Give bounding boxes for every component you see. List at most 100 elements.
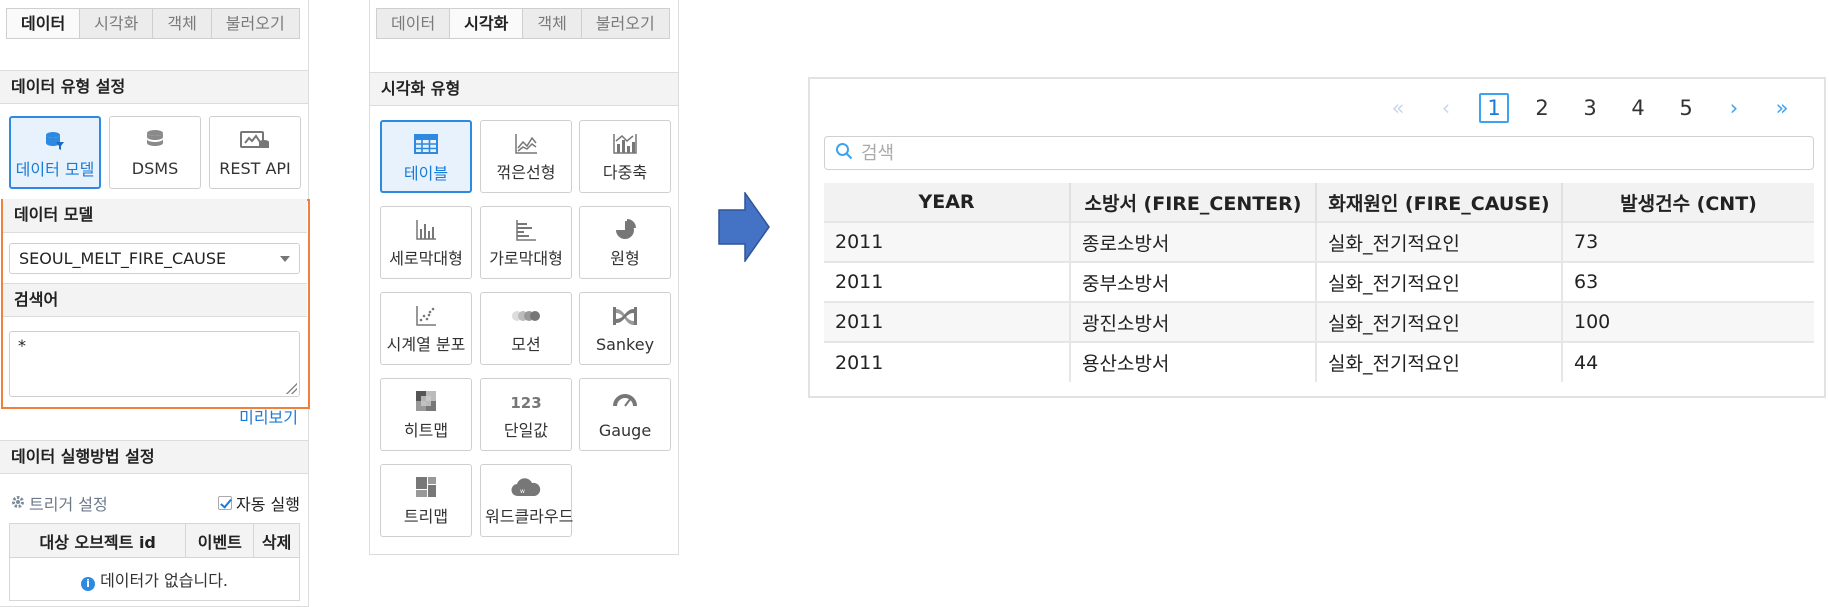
column-header[interactable]: 소방서 (FIRE_CENTER) bbox=[1070, 183, 1317, 222]
page-button-2[interactable]: 2 bbox=[1518, 96, 1566, 120]
viz-type-heading: 시각화 유형 bbox=[370, 72, 678, 106]
viz-type-line[interactable]: 꺾은선형 bbox=[480, 120, 572, 193]
data-type-dsms[interactable]: DSMS bbox=[109, 116, 201, 189]
info-icon: i bbox=[80, 577, 95, 591]
table-cell: 73 bbox=[1562, 221, 1814, 262]
data-model-select-value: SEOUL_MELT_FIRE_CAUSE bbox=[19, 249, 227, 268]
viz-type-pie[interactable]: 원형 bbox=[579, 206, 671, 279]
viz-type-motion[interactable]: 모션 bbox=[480, 292, 572, 365]
viz-type-bar[interactable]: 가로막대형 bbox=[480, 206, 572, 279]
tab-visualization[interactable]: 시각화 bbox=[449, 8, 524, 39]
table-cell: 중부소방서 bbox=[1070, 261, 1317, 302]
viz-type-label: 트리맵 bbox=[403, 507, 449, 526]
data-type-data-model[interactable]: 데이터 모델 bbox=[9, 116, 101, 189]
pie-chart-icon bbox=[580, 219, 670, 243]
single-value-icon-text: 123 bbox=[510, 394, 542, 412]
viz-type-treemap[interactable]: 트리맵 bbox=[380, 464, 472, 537]
column-header[interactable]: 삭제 bbox=[253, 523, 300, 558]
data-model-icon bbox=[11, 130, 99, 154]
autorun-toggle[interactable]: 자동 실행 bbox=[218, 491, 300, 515]
page-button-1[interactable]: 1 bbox=[1470, 93, 1518, 123]
table-row[interactable]: 2011 광진소방서 실화_전기적요인 100 bbox=[824, 301, 1814, 342]
viz-type-label: 가로막대형 bbox=[489, 249, 563, 268]
viz-type-table[interactable]: 테이블 bbox=[380, 120, 472, 193]
viz-type-gauge[interactable]: Gauge bbox=[579, 378, 671, 451]
table-row[interactable]: 2011 종로소방서 실화_전기적요인 73 bbox=[824, 221, 1814, 262]
next-page-icon[interactable]: › bbox=[1710, 96, 1758, 120]
viz-type-label: Gauge bbox=[598, 421, 652, 440]
left-tabbar: 데이터 시각화 객체 불러오기 bbox=[6, 8, 306, 39]
table-search[interactable] bbox=[824, 136, 1814, 170]
viz-type-multi-axis[interactable]: 다중축 bbox=[579, 120, 671, 193]
search-input[interactable] bbox=[861, 142, 1761, 164]
prev-page-icon[interactable]: ‹ bbox=[1422, 96, 1470, 120]
autorun-checkbox[interactable] bbox=[218, 496, 233, 510]
table-cell: 44 bbox=[1562, 341, 1814, 382]
database-icon bbox=[110, 129, 200, 153]
viz-type-label: 모션 bbox=[511, 335, 541, 354]
viz-type-column[interactable]: 세로막대형 bbox=[380, 206, 472, 279]
tab-visualization[interactable]: 시각화 bbox=[79, 8, 154, 39]
column-header[interactable]: 화재원인 (FIRE_CAUSE) bbox=[1316, 183, 1563, 222]
first-page-icon[interactable]: « bbox=[1374, 96, 1422, 120]
page-button-4[interactable]: 4 bbox=[1614, 96, 1662, 120]
viz-type-label: 꺾은선형 bbox=[496, 163, 556, 182]
page-button-5[interactable]: 5 bbox=[1662, 96, 1710, 120]
viz-type-timeseries[interactable]: 시계열 분포 bbox=[380, 292, 472, 365]
column-header[interactable]: YEAR bbox=[824, 183, 1071, 222]
flow-arrow-icon bbox=[718, 192, 770, 262]
trigger-settings-button[interactable]: 트리거 설정 bbox=[11, 491, 108, 515]
tab-object[interactable]: 객체 bbox=[522, 8, 582, 39]
data-type-heading: 데이터 유형 설정 bbox=[0, 70, 308, 104]
tab-data[interactable]: 데이터 bbox=[376, 8, 451, 39]
viz-type-label: 히트맵 bbox=[403, 421, 449, 440]
last-page-icon[interactable]: » bbox=[1758, 96, 1806, 120]
data-type-rest-api[interactable]: REST API bbox=[209, 116, 301, 189]
viz-type-label: 원형 bbox=[610, 249, 640, 268]
tab-object[interactable]: 객체 bbox=[152, 8, 212, 39]
preview-link[interactable]: 미리보기 bbox=[239, 404, 298, 428]
table-cell: 광진소방서 bbox=[1070, 301, 1317, 342]
page-button-3[interactable]: 3 bbox=[1566, 96, 1614, 120]
middle-tabbar: 데이터 시각화 객체 불러오기 bbox=[376, 8, 676, 39]
column-header[interactable]: 대상 오브젝트 id bbox=[8, 523, 187, 558]
gear-icon bbox=[11, 494, 25, 513]
viz-type-heatmap[interactable]: 히트맵 bbox=[380, 378, 472, 451]
data-table: YEAR 소방서 (FIRE_CENTER) 화재원인 (FIRE_CAUSE)… bbox=[824, 183, 1814, 382]
api-icon bbox=[210, 129, 300, 153]
data-model-select[interactable]: SEOUL_MELT_FIRE_CAUSE bbox=[9, 243, 300, 274]
tab-data[interactable]: 데이터 bbox=[6, 8, 81, 39]
table-cell: 2011 bbox=[824, 341, 1071, 382]
visualization-panel: 데이터 시각화 객체 불러오기 시각화 유형 테이블 꺾은선형 다중축 세로막대… bbox=[369, 0, 679, 555]
keyword-textarea[interactable]: * bbox=[9, 331, 300, 397]
viz-type-label: Sankey bbox=[595, 335, 655, 354]
table-cell: 종로소방서 bbox=[1070, 221, 1317, 262]
table-cell: 실화_전기적요인 bbox=[1316, 221, 1563, 262]
data-type-label: DSMS bbox=[131, 159, 179, 178]
column-header[interactable]: 이벤트 bbox=[185, 523, 255, 558]
table-row[interactable]: 2011 중부소방서 실화_전기적요인 63 bbox=[824, 261, 1814, 302]
autorun-label: 자동 실행 bbox=[236, 495, 300, 514]
viz-type-label: 시계열 분포 bbox=[386, 335, 466, 354]
keyword-heading: 검색어 bbox=[3, 283, 307, 317]
table-row[interactable]: 2011 용산소방서 실화_전기적요인 44 bbox=[824, 341, 1814, 382]
table-cell: 2011 bbox=[824, 301, 1071, 342]
single-value-icon: 123 bbox=[481, 391, 571, 415]
bar-chart-icon bbox=[481, 219, 571, 243]
data-settings-panel: 데이터 시각화 객체 불러오기 데이터 유형 설정 데이터 모델 DSMS RE… bbox=[0, 0, 310, 607]
tab-load[interactable]: 불러오기 bbox=[580, 8, 670, 39]
viz-type-label: 세로막대형 bbox=[389, 249, 463, 268]
viz-type-wordcloud[interactable]: w 워드클라우드 bbox=[480, 464, 573, 537]
viz-type-single-value[interactable]: 123 단일값 bbox=[480, 378, 572, 451]
keyword-value: * bbox=[18, 336, 26, 355]
data-type-label: REST API bbox=[219, 159, 291, 178]
viz-type-sankey[interactable]: Sankey bbox=[579, 292, 671, 365]
search-icon bbox=[835, 142, 853, 164]
exec-settings-heading: 데이터 실행방법 설정 bbox=[0, 440, 308, 474]
column-header[interactable]: 발생건수 (CNT) bbox=[1562, 183, 1814, 222]
sankey-icon bbox=[580, 305, 670, 329]
resize-grip-icon[interactable] bbox=[286, 383, 297, 394]
svg-text:w: w bbox=[520, 488, 525, 495]
table-cell: 실화_전기적요인 bbox=[1316, 301, 1563, 342]
tab-load[interactable]: 불러오기 bbox=[210, 8, 300, 39]
